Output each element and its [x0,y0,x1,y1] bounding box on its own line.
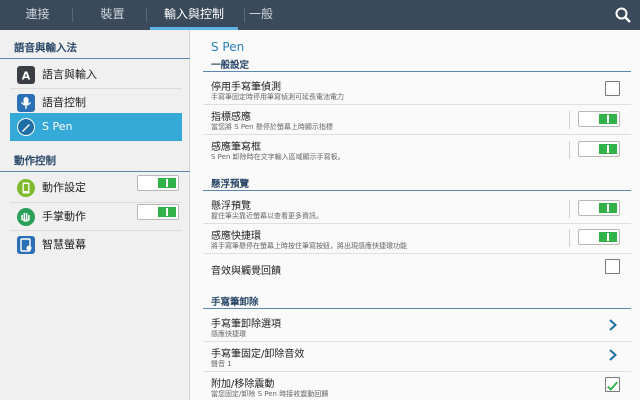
top-tab-bar: 連接 裝置 輸入與控制 一般 [0,0,640,30]
divider [569,111,570,129]
setting-title: 指標感應 [211,112,251,123]
divider [203,371,631,372]
section-header-pen-detachment: 手寫筆卸除 [203,294,631,309]
search-icon[interactable] [614,6,632,24]
tab-divider [72,8,73,22]
setting-subtitle: 手寫筆固定時停用筆寫偵測可延長電池電力 [211,93,344,101]
sidebar-item-smart-screen[interactable]: 智慧螢幕 [10,231,182,258]
setting-subtitle: 當您固定/卸除 S Pen 時接收震動回饋 [211,390,329,398]
sidebar-item-voice-control[interactable]: 語音控制 [10,89,182,116]
air-command-toggle[interactable] [578,229,620,245]
setting-title: 感應筆寫框 [211,142,261,153]
section-header-motion-control: 動作控制 [0,150,190,172]
chevron-right-icon[interactable] [608,349,618,361]
setting-subtitle: 聲音 1 [211,360,232,368]
setting-subtitle: 握住筆尖靠近螢幕以查看更多資訊。 [211,212,323,220]
setting-air-view[interactable]: 懸浮預覽 握住筆尖靠近螢幕以查看更多資訊。 [211,195,631,221]
spen-settings-panel: S Pen 一般設定 停用手寫筆偵測 手寫筆固定時停用筆寫偵測可延長電池電力 指… [191,30,640,400]
setting-disable-pen-detection[interactable]: 停用手寫筆偵測 手寫筆固定時停用筆寫偵測可延長電池電力 [211,76,631,102]
chevron-right-icon[interactable] [608,319,618,331]
setting-title: 附加/移除震動 [211,379,275,390]
pointer-hover-toggle[interactable] [578,111,620,127]
sidebar-item-label: 智慧螢幕 [42,238,86,251]
setting-title: 懸浮預覽 [211,201,251,212]
section-header-air-view: 懸浮預覽 [203,176,631,191]
divider [569,229,570,247]
divider [203,104,631,105]
sidebar-item-language-input[interactable]: A 語言與輸入 [10,61,182,88]
palm-motion-toggle[interactable] [137,204,179,220]
setting-subtitle: 當您將 S Pen 懸停於螢幕上時顯示指標 [211,123,333,131]
tab-input-and-control[interactable]: 輸入與控制 [150,0,238,30]
setting-pen-input-window[interactable]: 感應筆寫框 S Pen 卸除時在文字輸入區域顯示手寫板。 [211,136,631,162]
tab-divider [146,8,147,22]
setting-attach-detach-vibration[interactable]: 附加/移除震動 當您固定/卸除 S Pen 時接收震動回饋 [211,373,631,399]
setting-pointer-hover[interactable]: 指標感應 當您將 S Pen 懸停於螢幕上時顯示指標 [211,106,631,132]
setting-title: 感應快捷環 [211,231,261,242]
spen-icon [17,118,35,136]
attach-detach-vibration-checkbox[interactable] [605,377,620,392]
sound-haptic-feedback-checkbox[interactable] [605,259,620,274]
tab-general[interactable]: 一般 [245,0,277,30]
sidebar-item-label: 手掌動作 [42,210,86,223]
sidebar-item-label: 語言與輸入 [42,68,97,81]
microphone-icon [17,94,35,112]
divider [569,141,570,159]
setting-pen-detachment-options[interactable]: 手寫筆卸除選項 感應快捷環 [211,313,631,339]
left-category-panel: 語音與輸入法 A 語言與輸入 語音控制 S Pen 動作控制 動作設定 手掌動作… [0,30,190,400]
motion-settings-toggle[interactable] [137,175,179,191]
setting-title: 音效與觸覺回饋 [211,266,281,277]
setting-pen-attach-detach-sound[interactable]: 手寫筆固定/卸除音效 聲音 1 [211,343,631,369]
setting-subtitle: 將手寫筆懸停在螢幕上時按住筆寫按鈕，將出現感應快捷環功能 [211,242,407,250]
sidebar-item-spen[interactable]: S Pen [10,113,182,141]
divider [569,200,570,218]
checkmark-icon [607,381,618,391]
section-header-voice-input: 語音與輸入法 [0,37,190,59]
disable-pen-detection-checkbox[interactable] [605,81,620,96]
svg-text:A: A [22,70,31,83]
divider [203,341,631,342]
setting-subtitle: 感應快捷環 [211,330,246,338]
setting-title: 停用手寫筆偵測 [211,82,281,93]
setting-subtitle: S Pen 卸除時在文字輸入區域顯示手寫板。 [211,153,345,161]
air-view-toggle[interactable] [578,200,620,216]
pen-input-window-toggle[interactable] [578,141,620,157]
sidebar-item-label: 語音控制 [42,96,86,109]
divider [203,223,631,224]
smart-screen-icon [17,236,35,254]
divider [203,134,631,135]
motion-icon [17,179,35,197]
setting-sound-haptic-feedback[interactable]: 音效與觸覺回饋 [211,255,631,281]
sidebar-item-label: 動作設定 [42,181,86,194]
keyboard-a-icon: A [17,66,35,84]
sidebar-item-label: S Pen [42,120,73,133]
tab-connections[interactable]: 連接 [10,0,65,30]
setting-air-command[interactable]: 感應快捷環 將手寫筆懸停在螢幕上時按住筆寫按鈕，將出現感應快捷環功能 [211,225,631,251]
palm-motion-icon [17,208,35,226]
divider [203,253,631,254]
tab-device[interactable]: 裝置 [85,0,140,30]
setting-title: 手寫筆卸除選項 [211,319,281,330]
section-header-general: 一般設定 [203,57,631,72]
page-title: S Pen [211,40,245,54]
setting-title: 手寫筆固定/卸除音效 [211,349,305,360]
